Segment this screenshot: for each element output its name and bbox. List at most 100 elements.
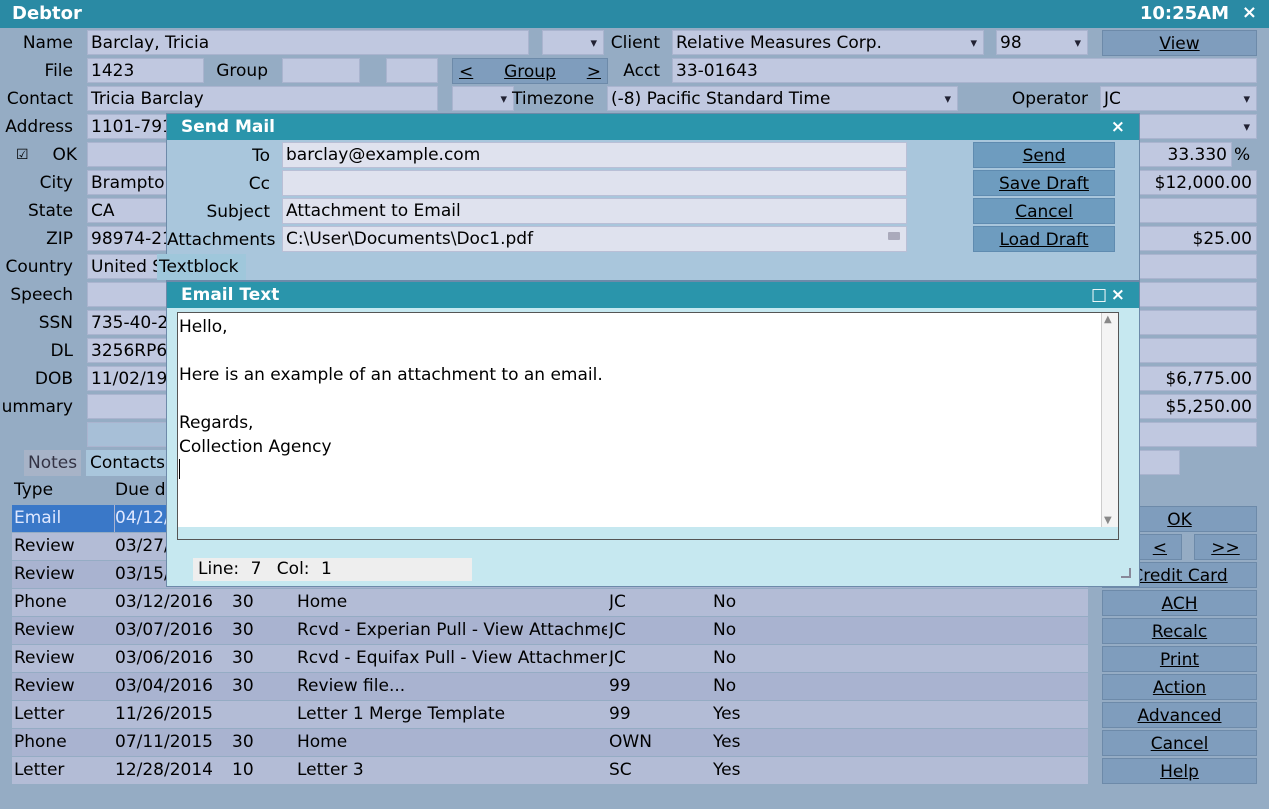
address-field[interactable]: 1101-791	[87, 114, 177, 139]
table-row[interactable]: Phone 03/12/2016 30 Home JC No	[12, 589, 1088, 616]
ssn-field[interactable]: 735-40-24	[87, 310, 177, 335]
save-draft-button[interactable]: Save Draft	[973, 170, 1115, 196]
cell-type: Review	[14, 676, 75, 696]
cell-operator: JC	[609, 592, 626, 612]
load-draft-button[interactable]: Load Draft	[973, 226, 1115, 252]
cell-operator: JC	[609, 648, 626, 668]
grid-header-due[interactable]: Due d	[115, 477, 166, 504]
contact-dropdown[interactable]	[452, 86, 514, 111]
email-text-close-icon[interactable]: ×	[1111, 282, 1125, 308]
table-row[interactable]: Review 03/04/2016 30 Review file... 99 No	[12, 673, 1088, 700]
subject-field[interactable]: Attachment to Email	[282, 198, 907, 224]
summary-extra-field[interactable]	[87, 422, 177, 447]
table-row[interactable]: Letter 11/26/2015 Letter 1 Merge Template 9…	[12, 701, 1088, 728]
operator-select[interactable]: JC	[1100, 86, 1257, 111]
vertical-scrollbar[interactable]: ▲ ▼	[1101, 313, 1118, 527]
cc-field[interactable]	[282, 170, 907, 196]
send-button[interactable]: Send	[973, 142, 1115, 168]
cell-operator: SC	[609, 760, 632, 780]
cell-type: Phone	[14, 732, 67, 752]
email-text-title: Email Text	[181, 285, 280, 305]
resize-grip-icon[interactable]	[1121, 568, 1131, 578]
contact-field[interactable]: Tricia Barclay	[87, 86, 438, 111]
scroll-down-icon[interactable]: ▼	[1104, 515, 1112, 526]
maximize-icon[interactable]: □	[1091, 282, 1107, 308]
ssn-label: SSN	[38, 313, 73, 333]
cell-operator: 99	[609, 676, 631, 696]
subject-label: Subject	[206, 202, 270, 222]
tab-notes[interactable]: Notes	[24, 450, 82, 476]
table-row[interactable]: Review 03/06/2016 30 Rcvd - Equifax Pull - …	[12, 645, 1088, 672]
name-dropdown[interactable]	[542, 30, 604, 55]
textblock-tab[interactable]: Textblock	[157, 254, 246, 280]
email-body-line: Hello,	[179, 317, 228, 337]
next-page-button[interactable]: >>	[1194, 534, 1257, 560]
zip-field[interactable]: 98974-21	[87, 226, 177, 251]
group-field-2[interactable]	[386, 58, 438, 83]
cell-description: Home	[297, 732, 348, 752]
group-button-label[interactable]: Group	[504, 62, 556, 82]
cell-days: 30	[232, 732, 254, 752]
attachments-value: C:\User\Documents\Doc1.pdf	[286, 229, 534, 249]
cell-date: 03/06/2016	[115, 648, 213, 668]
file-field[interactable]: 1423	[87, 58, 204, 83]
send-mail-cancel-button[interactable]: Cancel	[973, 198, 1115, 224]
state-field[interactable]: CA	[87, 198, 177, 223]
email-body-editor[interactable]: Hello, Here is an example of an attachmen…	[177, 312, 1119, 540]
city-label: City	[39, 173, 73, 193]
cell-description: Letter 3	[297, 760, 364, 780]
table-row[interactable]: Review 03/07/2016 30 Rcvd - Experian Pull -…	[12, 617, 1088, 644]
group-prev-button[interactable]: <	[459, 59, 473, 85]
view-button[interactable]: View	[1102, 30, 1257, 56]
dob-field[interactable]: 11/02/197	[87, 366, 177, 391]
attachments-field[interactable]: C:\User\Documents\Doc1.pdf	[282, 226, 907, 252]
action-button[interactable]: Action	[1102, 674, 1257, 700]
help-button[interactable]: Help	[1102, 758, 1257, 784]
client-select[interactable]: Relative Measures Corp.	[672, 30, 984, 55]
name-label: Name	[22, 33, 73, 53]
tab-contacts[interactable]: Contacts	[86, 450, 169, 476]
name-field[interactable]: Barclay, Tricia	[87, 30, 529, 55]
speech-label: Speech	[10, 285, 73, 305]
table-row[interactable]: Letter 12/28/2014 10 Letter 3 SC Yes	[12, 757, 1088, 784]
close-icon[interactable]: ×	[1242, 2, 1257, 23]
speech-field[interactable]	[87, 282, 177, 307]
advanced-button[interactable]: Advanced	[1102, 702, 1257, 728]
attachments-label: Attachments	[167, 230, 276, 250]
city-field[interactable]: Bramptor	[87, 170, 177, 195]
group-label: Group	[216, 61, 268, 81]
cell-type: Letter	[14, 704, 65, 724]
scroll-up-icon[interactable]: ▲	[1104, 314, 1112, 325]
recalc-button[interactable]: Recalc	[1102, 618, 1257, 644]
cancel-button[interactable]: Cancel	[1102, 730, 1257, 756]
group-field[interactable]	[282, 58, 360, 83]
acct-field[interactable]: 33-01643	[672, 58, 1257, 83]
print-button[interactable]: Print	[1102, 646, 1257, 672]
email-body-line: Regards,	[179, 413, 254, 433]
folder-icon[interactable]	[888, 232, 900, 240]
summary-field[interactable]	[87, 394, 177, 419]
cell-date: 12/28/2014	[115, 760, 213, 780]
cell-date: 03/04/2016	[115, 676, 213, 696]
cell-flag: No	[713, 592, 737, 612]
summary-label: ummary	[1, 397, 73, 417]
ok-checkbox[interactable]: ☑	[16, 142, 29, 168]
group-next-button[interactable]: >	[587, 59, 601, 85]
grid-header-type[interactable]: Type	[14, 477, 53, 504]
dl-field[interactable]: 3256RP6	[87, 338, 177, 363]
text-cursor	[179, 459, 180, 479]
horizontal-scrollbar[interactable]	[178, 527, 1118, 539]
to-field[interactable]: barclay@example.com	[282, 142, 907, 168]
group-nav[interactable]: < Group >	[452, 58, 608, 84]
send-mail-close-icon[interactable]: ×	[1111, 114, 1125, 140]
ach-button[interactable]: ACH	[1102, 590, 1257, 616]
email-text-dialog: Email Text □ × Hello, Here is an example …	[166, 281, 1140, 587]
country-label: Country	[5, 257, 73, 277]
client-code-select[interactable]: 98	[996, 30, 1088, 55]
ok-field[interactable]	[87, 142, 177, 167]
table-row[interactable]: Phone 07/11/2015 30 Home OWN Yes	[12, 729, 1088, 756]
cell-flag: Yes	[713, 760, 741, 780]
cell-date: 07/11/2015	[115, 732, 213, 752]
cell-type: Review	[14, 648, 75, 668]
timezone-select[interactable]: (-8) Pacific Standard Time	[607, 86, 958, 111]
